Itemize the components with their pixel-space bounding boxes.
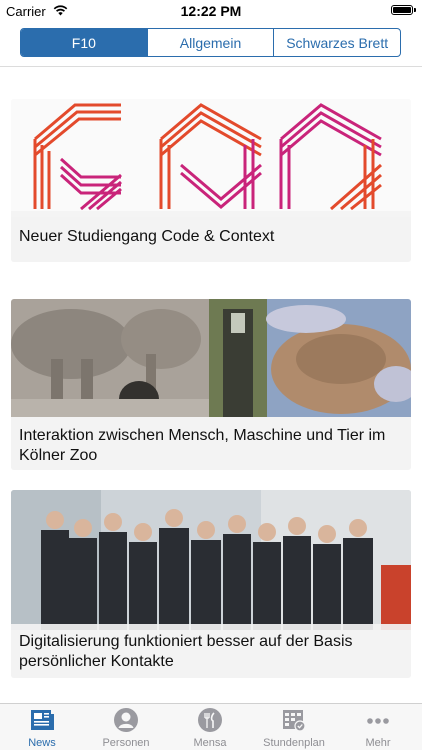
- tab-label: Stundenplan: [263, 737, 325, 749]
- tab-personen[interactable]: Personen: [84, 704, 168, 751]
- news-source-segmented-control: F10 Allgemein Schwarzes Brett: [20, 28, 401, 57]
- news-title: Neuer Studiengang Code & Context: [19, 228, 275, 245]
- tab-label: Personen: [102, 737, 150, 749]
- tab-label: Mehr: [365, 737, 391, 749]
- news-image-zoo: [11, 299, 411, 417]
- tab-label: News: [28, 737, 56, 749]
- tab-label: Mensa: [193, 737, 227, 749]
- battery-icon: [391, 5, 416, 15]
- tab-mensa[interactable]: Mensa: [168, 704, 252, 751]
- tab-mehr[interactable]: Mehr: [336, 704, 420, 751]
- fork-knife-icon: [198, 708, 222, 732]
- news-image-code-context-logo: [11, 99, 411, 217]
- news-icon: [31, 710, 54, 730]
- news-feed[interactable]: Neuer Studiengang Code & Context Interak…: [0, 67, 422, 703]
- tab-bar: News Personen Mensa Stundenplan Mehr: [0, 703, 422, 750]
- clock: 12:22 PM: [180, 3, 242, 19]
- segment-f10[interactable]: F10: [21, 29, 147, 56]
- tab-news[interactable]: News: [0, 704, 84, 751]
- more-icon: [367, 718, 389, 724]
- news-card[interactable]: Neuer Studiengang Code & Context: [11, 99, 411, 262]
- person-icon: [114, 708, 138, 732]
- segment-schwarzes-brett[interactable]: Schwarzes Brett: [273, 29, 400, 56]
- news-title: Digitalisierung funktioniert besser auf …: [19, 633, 353, 670]
- news-title: Interaktion zwischen Mensch, Maschine un…: [19, 427, 386, 464]
- news-card[interactable]: Digitalisierung funktioniert besser auf …: [11, 490, 411, 678]
- timetable-icon: [283, 710, 306, 732]
- news-card[interactable]: Interaktion zwischen Mensch, Maschine un…: [11, 299, 411, 470]
- status-bar: Carrier 12:22 PM: [0, 0, 422, 22]
- tab-stundenplan[interactable]: Stundenplan: [252, 704, 336, 751]
- segment-allgemein[interactable]: Allgemein: [146, 29, 274, 56]
- news-image-group-photo: [11, 490, 411, 630]
